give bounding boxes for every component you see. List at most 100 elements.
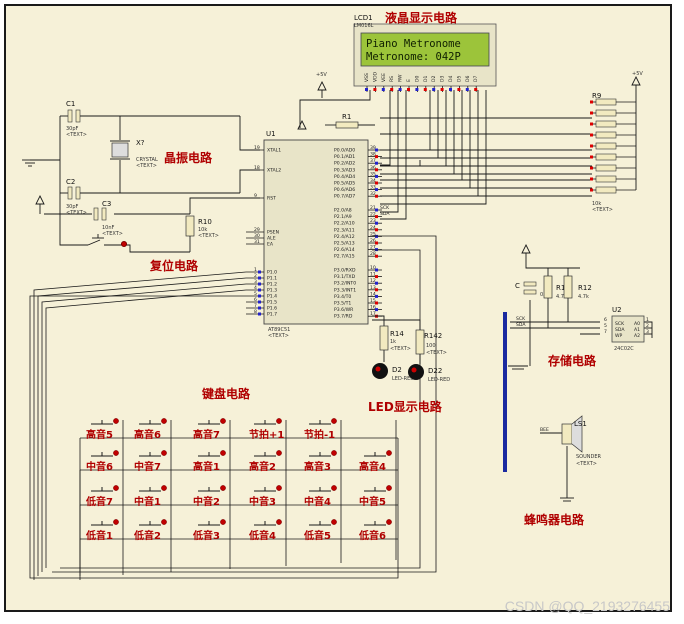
capacitor-c-storage[interactable]: C 0.1: [515, 281, 548, 298]
mcu-left-pin-name: P1.3: [267, 288, 277, 294]
key-button[interactable]: 中音6: [86, 460, 113, 473]
u2-num-2: 2: [646, 323, 649, 329]
mcu-left-pin-number: 29: [254, 227, 260, 233]
mcu-right-pin-name: P0.0/AD0: [334, 148, 355, 154]
r10-text: <TEXT>: [198, 233, 219, 239]
mcu-right-pin-marker: [375, 168, 378, 172]
lcd-pin-label: E: [406, 79, 412, 82]
u2-pin-a2: A2: [634, 333, 640, 339]
key-button[interactable]: 低音3: [192, 529, 220, 542]
capacitor-c3[interactable]: C3 10nF <TEXT>: [93, 200, 123, 237]
resistor-r142[interactable]: R142 100 <TEXT>: [415, 329, 447, 356]
c3-text: <TEXT>: [102, 231, 123, 237]
mcu-right-pin-marker: [375, 281, 378, 285]
resistor-r1-storage[interactable]: R1 4.7k: [543, 275, 567, 300]
mcu-right-pin-name: P2.1/A9: [334, 214, 352, 220]
resistor-r12[interactable]: R12 4.7k: [563, 275, 592, 300]
mcu-right-pin-name: P3.0/RXD: [334, 268, 356, 274]
key-button[interactable]: 低音4: [248, 529, 276, 542]
key-button[interactable]: 节拍+1: [249, 428, 284, 441]
lcd-pin-marker: [474, 88, 478, 91]
lcd-pin-marker: [449, 88, 452, 91]
key-button[interactable]: 中音2: [193, 495, 220, 508]
key-button[interactable]: 高音4: [359, 460, 386, 473]
mcu-right-pin-name: P2.2/A10: [334, 221, 355, 227]
mcu-left-pin-name: EA: [267, 242, 274, 248]
r9-pin-marker: [590, 122, 593, 126]
key-button[interactable]: 高音2: [249, 460, 276, 473]
lcd-line-2: Metronome: 042P: [366, 51, 461, 63]
r9-element: [595, 109, 617, 117]
mcu-right-pin-marker: [375, 194, 378, 198]
mcu-left-pin-name: P1.4: [267, 294, 277, 300]
key-button[interactable]: 高音7: [193, 428, 220, 441]
mcu-left-pin-marker: [258, 294, 261, 298]
mcu-right-pin-marker: [375, 155, 378, 159]
lcd-pin-label: D3: [440, 75, 446, 82]
key-button[interactable]: 高音1: [193, 460, 220, 473]
c1-ref: C1: [66, 100, 75, 108]
c-storage-ref: C: [515, 282, 520, 290]
mcu-right-pin-marker: [375, 301, 378, 305]
buzzer-ls1[interactable]: LS1 SOUNDER <TEXT> BEE: [540, 415, 602, 467]
key-button[interactable]: 中音1: [134, 495, 161, 508]
mcu-left-pin-marker: [258, 282, 261, 286]
led-d22[interactable]: D22 LED-RED: [408, 364, 450, 383]
key-indicator-dot: [276, 485, 282, 491]
resistor-r10[interactable]: R10 10k <TEXT>: [185, 215, 219, 252]
u2-ref: U2: [612, 306, 622, 314]
eeprom-u2[interactable]: U2 24C02C SCK SDA WP A0 A1 A2 6 5 7 1 2 …: [604, 306, 649, 352]
section-label-lcd: 液晶显示电路: [385, 10, 458, 25]
r9-pin-marker: [590, 188, 593, 192]
capacitor-c2[interactable]: C2 30pF <TEXT>: [66, 178, 87, 216]
key-button[interactable]: 高音3: [304, 460, 331, 473]
mcu-right-pin-marker: [375, 161, 378, 165]
mcu-right-pin-name: P2.0/A8: [334, 208, 352, 214]
u2-num-7: 7: [604, 329, 607, 335]
net-label-sda: SDA: [516, 322, 526, 328]
mcu-left-pin-number: 31: [254, 239, 260, 245]
mcu-left-pin-name: XTAL1: [267, 148, 281, 154]
key-button[interactable]: 低音5: [303, 529, 331, 542]
key-button[interactable]: 低音1: [85, 529, 113, 542]
key-button[interactable]: 中音7: [134, 460, 161, 473]
section-label-storage: 存储电路: [547, 353, 597, 368]
key-indicator-dot: [386, 485, 392, 491]
key-button[interactable]: 高音6: [134, 428, 161, 441]
key-button[interactable]: 低音2: [133, 529, 161, 542]
led-d2[interactable]: D2 LED-RED: [372, 363, 414, 382]
lcd-pin-marker: [415, 88, 419, 91]
mcu-left-pin-number: 1: [254, 267, 257, 273]
key-button[interactable]: 高音5: [86, 428, 113, 441]
lcd-pin-label: VDD: [372, 71, 378, 82]
key-button[interactable]: 低音7: [85, 495, 113, 508]
section-label-buzzer: 蜂鸣器电路: [524, 512, 585, 527]
key-button[interactable]: 中音3: [249, 495, 276, 508]
mcu-right-pin-name: P0.7/AD7: [334, 194, 355, 200]
key-button[interactable]: 低音6: [358, 529, 386, 542]
key-button[interactable]: 中音5: [359, 495, 386, 508]
ls1-net: BEE: [540, 427, 549, 433]
capacitor-c1[interactable]: C1 30pF <TEXT>: [66, 100, 87, 138]
ls1-ref: LS1: [574, 420, 587, 428]
resistor-r14[interactable]: R14 1k <TEXT>: [379, 325, 411, 352]
r9-resistor-pack[interactable]: [590, 98, 637, 194]
key-button[interactable]: 中音4: [304, 495, 331, 508]
mcu-left-pin-number: 2: [254, 273, 257, 279]
mcu-right-pin-name: P0.6/AD6: [334, 187, 355, 193]
lcd-pin-marker: [440, 88, 444, 91]
lcd-model: LM016L: [354, 23, 374, 29]
lcd-pin-marker: [465, 88, 469, 91]
key-button[interactable]: 节拍-1: [304, 428, 335, 441]
crystal-x1[interactable]: X? CRYSTAL <TEXT>: [110, 139, 158, 169]
kb-row-feed: [45, 289, 247, 568]
u2-pin-a1: A1: [634, 327, 640, 333]
lcd-pin-label: VEE: [381, 73, 387, 82]
mcu-chip[interactable]: U1 AT89C51 <TEXT> 19 XTAL118 XTAL29 RST29 PS…: [246, 130, 382, 339]
r1-pot[interactable]: R1: [325, 113, 375, 129]
lcd-module[interactable]: Piano Metronome Metronome: 042P LCD1 LM0…: [353, 14, 497, 92]
r9-ref: R9: [592, 92, 601, 100]
lcd-pin-marker: [432, 88, 436, 91]
key-indicator-dot: [113, 519, 119, 525]
r10-ref: R10: [198, 218, 212, 226]
